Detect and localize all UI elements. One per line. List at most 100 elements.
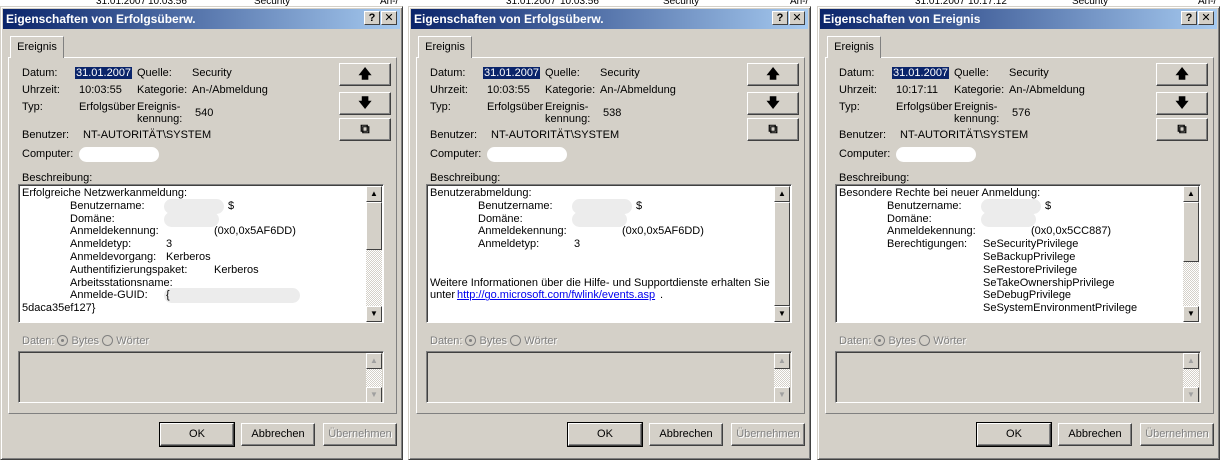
words-radio[interactable] (919, 335, 931, 346)
data-textbox[interactable]: ▲ ▼ (426, 351, 792, 403)
time-value: 10:03:55 (79, 84, 122, 96)
user-value: NT-AUTORITÄT\SYSTEM (491, 129, 620, 141)
scroll-thumb[interactable] (366, 202, 382, 250)
data-scroll-up-icon: ▲ (774, 353, 790, 369)
bytes-label: Bytes (71, 335, 100, 347)
data-scroll-up-icon: ▲ (366, 353, 382, 369)
ok-button[interactable]: OK (159, 422, 235, 447)
tab-ereignis[interactable]: Ereignis (418, 36, 472, 58)
user-label: Benutzer: (430, 129, 478, 141)
source-value: Security (600, 67, 640, 79)
data-scroll-down-icon: ▼ (774, 387, 790, 402)
type-label: Typ: (430, 101, 451, 113)
scroll-down-icon[interactable]: ▼ (1183, 306, 1199, 322)
help-icon[interactable]: ? (364, 11, 380, 25)
window-title: Eigenschaften von Ereignis (823, 12, 981, 26)
description-line: Berechtigungen: (887, 238, 968, 251)
source-label: Quelle: (954, 67, 989, 79)
title-bar[interactable]: Eigenschaften von Erfolgsüberw.? ✕ (411, 9, 808, 29)
description-line: Anmeldekennung: (478, 225, 567, 238)
category-label: Kategorie: (137, 84, 188, 96)
bytes-radio[interactable] (57, 335, 69, 346)
close-icon[interactable]: ✕ (381, 11, 397, 25)
next-event-button[interactable]: 🡇 (747, 92, 799, 115)
description-textbox[interactable]: Erfolgreiche Netzwerkanmeldung: Benutzern… (18, 184, 384, 323)
scroll-thumb[interactable] (1183, 202, 1199, 262)
description-value: SeSystemEnvironmentPrivilege (983, 302, 1138, 315)
close-icon[interactable]: ✕ (1198, 11, 1214, 25)
data-textbox[interactable]: ▲ ▼ (18, 351, 384, 403)
help-icon[interactable]: ? (772, 11, 788, 25)
help-icon[interactable]: ? (1181, 11, 1197, 25)
description-value: (0x0,0x5CC887) (1031, 225, 1112, 238)
description-value: Kerberos (166, 251, 211, 263)
description-line: Anmeldetyp: (70, 238, 132, 251)
data-label: Daten: (430, 335, 463, 347)
cancel-button[interactable]: Abbrechen (649, 423, 723, 446)
close-icon[interactable]: ✕ (789, 11, 805, 25)
description-scrollbar[interactable]: ▲ ▼ (774, 186, 790, 322)
words-radio[interactable] (510, 335, 522, 346)
title-bar[interactable]: Eigenschaften von Ereignis? ✕ (820, 9, 1217, 29)
description-line: Weitere Informationen über die Hilfe- un… (430, 276, 770, 289)
cancel-button[interactable]: Abbrechen (241, 423, 315, 446)
description-textbox[interactable]: Benutzerabmeldung: Benutzername: $ Domäne: A… (426, 184, 792, 323)
time-value: 10:03:55 (487, 84, 530, 96)
previous-event-button[interactable]: 🡅 (1156, 63, 1208, 86)
computer-value-redacted (79, 147, 159, 162)
date-label: Datum: (22, 67, 58, 79)
description-label: Beschreibung: (430, 172, 501, 184)
event-id-label-2: kennung: (545, 113, 591, 125)
description-line: 5daca35ef127} (22, 302, 96, 315)
description-suffix: $ (228, 199, 235, 212)
previous-event-button[interactable]: 🡅 (339, 63, 391, 86)
description-scrollbar[interactable]: ▲ ▼ (366, 186, 382, 322)
previous-event-button[interactable]: 🡅 (747, 63, 799, 86)
description-label: Beschreibung: (22, 172, 93, 184)
bytes-radio[interactable] (465, 335, 477, 346)
description-scrollbar[interactable]: ▲ ▼ (1183, 186, 1199, 322)
description-value: SeBackupPrivilege (983, 251, 1076, 263)
scroll-up-icon[interactable]: ▲ (1183, 186, 1199, 202)
words-radio[interactable] (102, 335, 114, 346)
event-id-label-2: kennung: (137, 113, 183, 125)
copy-to-clipboard-button[interactable]: ⧉ (339, 118, 391, 141)
cancel-button[interactable]: Abbrechen (1058, 423, 1132, 446)
description-textbox[interactable]: Besondere Rechte bei neuer Anmeldung: Ben… (835, 184, 1201, 323)
copy-to-clipboard-button[interactable]: ⧉ (747, 118, 799, 141)
scroll-thumb[interactable] (774, 202, 790, 306)
data-format-row: Daten: Bytes Wörter (839, 335, 966, 347)
tab-ereignis[interactable]: Ereignis (827, 36, 881, 58)
title-bar[interactable]: Eigenschaften von Erfolgsüberw.? ✕ (3, 9, 400, 29)
tab-ereignis[interactable]: Ereignis (10, 36, 64, 58)
description-value: SeDebugPrivilege (983, 289, 1072, 302)
help-link[interactable]: http://go.microsoft.com/fwlink/events.as… (457, 289, 655, 301)
description-value: SeTakeOwnershipPrivilege (983, 276, 1115, 289)
date-value-selected[interactable]: 31.01.2007 (75, 67, 133, 79)
redacted-value (164, 211, 219, 227)
scroll-up-icon[interactable]: ▲ (774, 186, 790, 202)
scroll-up-icon[interactable]: ▲ (366, 186, 382, 202)
apply-button: Übernehmen (323, 423, 397, 446)
next-event-button[interactable]: 🡇 (339, 92, 391, 115)
category-value: An-/Abmeldung (192, 84, 268, 96)
date-value-selected[interactable]: 31.01.2007 (483, 67, 541, 79)
apply-button: Übernehmen (1140, 423, 1214, 446)
description-line: Arbeitsstationsname: (70, 276, 173, 289)
description-line: Domäne: (887, 212, 932, 225)
category-label: Kategorie: (545, 84, 596, 96)
next-event-button[interactable]: 🡇 (1156, 92, 1208, 115)
bytes-radio[interactable] (874, 335, 886, 346)
date-value-selected[interactable]: 31.01.2007 (892, 67, 950, 79)
data-scrollbar: ▲ ▼ (1183, 353, 1199, 402)
description-value: SeRestorePrivilege (983, 263, 1078, 276)
bytes-label: Bytes (479, 335, 508, 347)
copy-to-clipboard-button[interactable]: ⧉ (1156, 118, 1208, 141)
data-textbox[interactable]: ▲ ▼ (835, 351, 1201, 403)
scroll-down-icon[interactable]: ▼ (774, 306, 790, 322)
ok-button[interactable]: OK (567, 422, 643, 447)
data-format-row: Daten: Bytes Wörter (430, 335, 557, 347)
scroll-down-icon[interactable]: ▼ (366, 306, 382, 322)
ok-button[interactable]: OK (976, 422, 1052, 447)
redacted-value (164, 288, 300, 304)
